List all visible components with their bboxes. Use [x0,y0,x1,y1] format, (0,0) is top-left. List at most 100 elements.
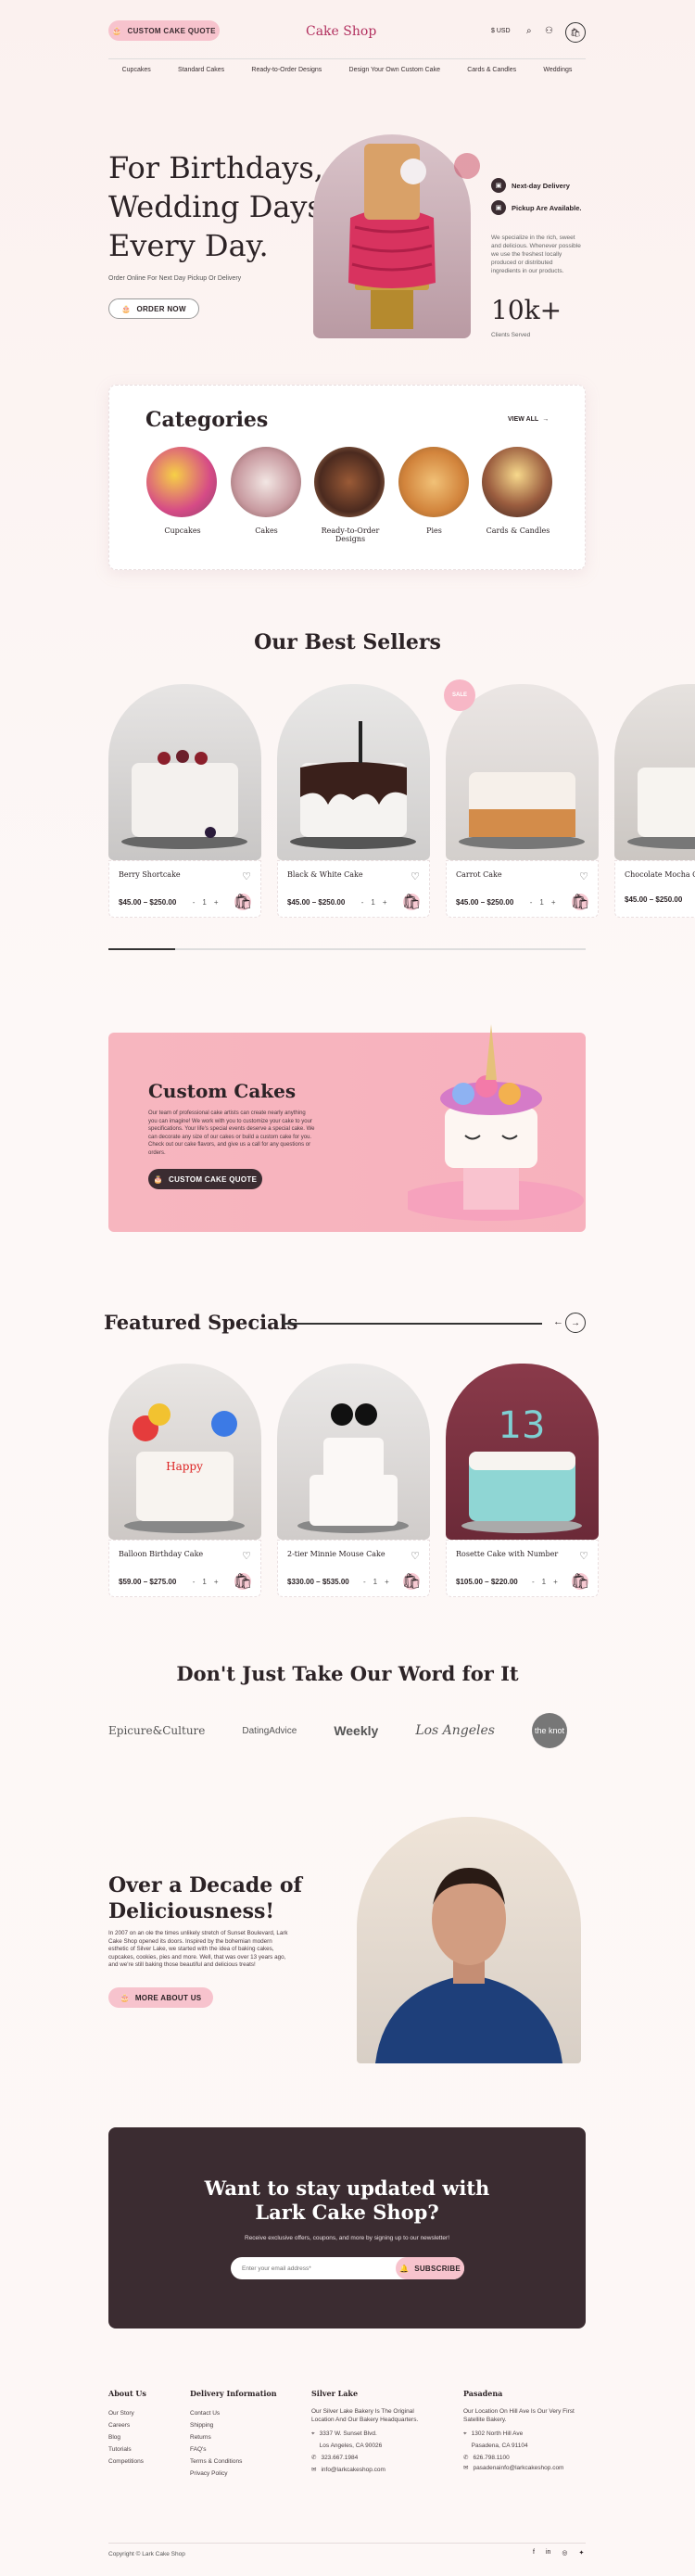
minus-icon[interactable]: - [530,898,533,907]
footer-link[interactable]: FAQ's [190,2443,277,2455]
category-cards-candles[interactable]: Cards & Candles [482,447,554,543]
nav-weddings[interactable]: Weddings [543,67,572,73]
user-icon[interactable]: ⚇ [545,26,553,36]
footer-link[interactable]: Competitions [108,2455,146,2468]
nav-ready-to-order[interactable]: Ready-to-Order Designs [251,67,322,73]
product-name: Rosette Cake with Number [456,1550,559,1558]
instagram-icon[interactable]: ◎ [562,2549,567,2557]
add-to-cart-button[interactable]: 🛍 [571,894,589,910]
subscribe-button[interactable]: 🔔 SUBSCRIBE [396,2257,464,2279]
nav-cards-candles[interactable]: Cards & Candles [467,67,516,73]
product-price: $45.00 – $250.00 [456,897,514,907]
category-pies[interactable]: Pies [398,447,471,543]
product-card[interactable]: Chocolate Mocha Cake $45.00 – $250.00 [614,684,695,918]
currency-selector[interactable]: $ USD [491,28,511,34]
plus-icon[interactable]: + [553,1578,558,1586]
svg-text:13: 13 [499,1404,546,1447]
footer-link[interactable]: Blog [108,2431,146,2443]
nav-cupcakes[interactable]: Cupcakes [122,67,151,73]
add-to-cart-button[interactable]: 🛍 [234,894,252,910]
unicorn-cake-image [408,1024,584,1221]
product-price: $59.00 – $275.00 [119,1577,177,1586]
footer-link[interactable]: Careers [108,2419,146,2431]
location-icon: ⌖ [463,2430,467,2437]
footer-link[interactable]: Shipping [190,2419,277,2431]
product-card[interactable]: Happy Balloon Birthday Cake ♡ $59.00 – $2… [108,1364,261,1597]
quantity-stepper[interactable]: -1 + [363,1578,389,1586]
plus-icon[interactable]: + [383,898,387,907]
quantity-stepper[interactable]: -1 + [530,898,556,907]
about-text: In 2007 on an ole the times unlikely str… [108,1930,288,1968]
category-cakes[interactable]: Cakes [230,447,303,543]
footer-link[interactable]: Contact Us [190,2407,277,2419]
minus-icon[interactable]: - [193,898,196,907]
product-name: Black & White Cake [287,870,363,879]
add-to-cart-button[interactable]: 🛍 [234,1573,252,1590]
email-input[interactable] [242,2261,390,2276]
prev-arrow-icon[interactable]: ← [553,1316,563,1327]
product-image [277,684,430,860]
quantity-stepper[interactable]: -1 + [193,1578,219,1586]
phone[interactable]: ✆ 626.798.1100 [463,2452,579,2464]
category-ready-to-order[interactable]: Ready-to-Order Designs [314,447,386,543]
add-to-cart-button[interactable]: 🛍 [402,894,421,910]
cart-icon[interactable]: 🛍 [565,22,586,43]
heart-icon[interactable]: ♡ [579,870,588,882]
carousel-scrollbar[interactable] [108,948,586,950]
plus-icon[interactable]: + [214,898,219,907]
heart-icon[interactable]: ♡ [411,870,420,882]
nav-custom-cake[interactable]: Design Your Own Custom Cake [349,67,440,73]
quantity-stepper[interactable]: -1 + [193,898,219,907]
footer-link[interactable]: Our Story [108,2407,146,2419]
add-to-cart-button[interactable]: 🛍 [402,1573,421,1590]
newsletter-form: 🔔SUBSCRIBE [231,2257,464,2279]
minus-icon[interactable]: - [361,898,364,907]
footer-divider [108,2543,586,2544]
phone[interactable]: ✆ 323.667.1984 [311,2452,427,2464]
twitter-icon[interactable]: ✦ [579,2549,585,2557]
custom-cake-quote-cta[interactable]: 🎂 CUSTOM CAKE QUOTE [148,1169,262,1189]
more-about-us-button[interactable]: 🎂 MORE ABOUT US [108,1987,213,2008]
nav-standard-cakes[interactable]: Standard Cakes [178,67,224,73]
product-card[interactable]: 13 Rosette Cake with Number ♡ $105.00 – $… [446,1364,599,1597]
heart-icon[interactable]: ♡ [242,1550,251,1562]
linkedin-icon[interactable]: in [546,2549,550,2557]
scrollbar-thumb[interactable] [108,948,175,950]
product-info: Black & White Cake ♡ $45.00 – $250.00 -1 + 🛍 [277,860,430,918]
footer-link[interactable]: Privacy Policy [190,2468,277,2480]
footer-link[interactable]: Terms & Conditions [190,2455,277,2468]
facebook-icon[interactable]: f [533,2549,535,2557]
minus-icon[interactable]: - [532,1578,535,1586]
stat-value: 10k+ [491,295,562,325]
search-icon[interactable]: ⌕ [526,26,532,36]
order-now-button[interactable]: 🎂 ORDER NOW [108,298,199,319]
minus-icon[interactable]: - [193,1578,196,1586]
product-card[interactable]: Berry Shortcake ♡ $45.00 – $250.00 -1 + 🛍 [108,684,261,918]
plus-icon[interactable]: + [551,898,556,907]
custom-cakes-title: Custom Cakes [148,1080,297,1102]
email[interactable]: ✉ info@larkcakeshop.com [311,2464,427,2476]
minus-icon[interactable]: - [363,1578,366,1586]
heart-icon[interactable]: ♡ [579,1550,588,1562]
plus-icon[interactable]: + [385,1578,389,1586]
quantity-stepper[interactable]: -1 + [532,1578,558,1586]
logo[interactable]: Cake Shop [306,24,376,39]
heart-icon[interactable]: ♡ [411,1550,420,1562]
feature-pickup: ▣ Pickup Are Available. [491,200,581,215]
quantity-stepper[interactable]: -1 + [361,898,387,907]
product-price: $45.00 – $250.00 [287,897,346,907]
plus-icon[interactable]: + [214,1578,219,1586]
product-card[interactable]: Black & White Cake ♡ $45.00 – $250.00 -1 + 🛍 [277,684,430,918]
view-all-link[interactable]: VIEW ALL → [508,416,549,423]
next-arrow-icon[interactable]: → [565,1313,586,1333]
cake-icon: 🎂 [120,1993,130,2002]
email[interactable]: ✉ pasadenainfo@larkcakeshop.com [463,2464,579,2472]
custom-cake-quote-button[interactable]: 🎂 CUSTOM CAKE QUOTE [108,20,220,41]
heart-icon[interactable]: ♡ [242,870,251,882]
product-card[interactable]: Carrot Cake ♡ $45.00 – $250.00 -1 + 🛍 [446,684,599,918]
category-cupcakes[interactable]: Cupcakes [146,447,219,543]
product-card[interactable]: 2-tier Minnie Mouse Cake ♡ $330.00 – $535… [277,1364,430,1597]
add-to-cart-button[interactable]: 🛍 [571,1573,589,1590]
footer-link[interactable]: Tutorials [108,2443,146,2455]
footer-link[interactable]: Returns [190,2431,277,2443]
